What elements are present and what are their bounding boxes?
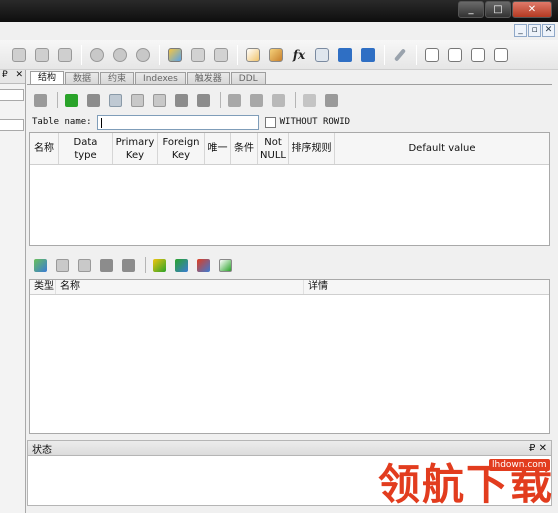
status-close-icon[interactable]: ✕ xyxy=(539,443,547,454)
constraints-toolbar xyxy=(31,255,238,275)
toolbar-separator xyxy=(237,44,238,65)
layout-grid-icon[interactable] xyxy=(421,44,443,66)
layout-rows-icon[interactable] xyxy=(467,44,489,66)
column-header-unique[interactable]: 唯一 xyxy=(205,133,231,164)
toolbar-separator xyxy=(145,257,146,273)
copy-icon[interactable] xyxy=(300,91,318,109)
wrench-icon[interactable] xyxy=(389,44,411,66)
column-header-datatype[interactable]: Data type xyxy=(59,133,113,164)
status-panel-header: 状态 ₽ ✕ xyxy=(27,440,552,456)
constraint-up-icon[interactable] xyxy=(97,256,115,274)
move-up-icon[interactable] xyxy=(172,91,190,109)
add-unique-icon[interactable] xyxy=(194,256,212,274)
gear-b-icon[interactable] xyxy=(109,44,131,66)
rollback-icon[interactable] xyxy=(84,91,102,109)
primary-key-icon[interactable] xyxy=(225,91,243,109)
constraint-header-name[interactable]: 名称 xyxy=(56,280,304,294)
index-icon[interactable] xyxy=(334,44,356,66)
edit-sql-icon[interactable] xyxy=(242,44,264,66)
commit-check-icon[interactable] xyxy=(62,91,80,109)
editor-tabs: 结构 数据 约束 Indexes 触发器 DDL xyxy=(30,71,267,85)
toolbar-separator xyxy=(81,44,82,65)
add-pk-icon[interactable] xyxy=(31,256,49,274)
clear-link-icon[interactable] xyxy=(31,44,53,66)
column-header-name[interactable]: 名称 xyxy=(30,133,59,164)
table-edit-icon[interactable] xyxy=(187,44,209,66)
toolbar-separator xyxy=(57,92,58,108)
constraints-grid[interactable]: 类型 名称 详情 xyxy=(29,279,550,434)
query-icon[interactable] xyxy=(265,44,287,66)
tab-structure[interactable]: 结构 xyxy=(30,71,65,85)
constraint-header-details[interactable]: 详情 xyxy=(304,280,549,294)
toolbar-separator xyxy=(159,44,160,65)
mdi-bar: _ ▫ ✕ xyxy=(0,22,558,40)
without-rowid-label: WITHOUT ROWID xyxy=(279,117,351,127)
delete-column-icon[interactable] xyxy=(150,91,168,109)
edit-column-icon[interactable] xyxy=(128,91,146,109)
left-dock-panel: ₽ ✕ xyxy=(0,70,26,513)
text-caret xyxy=(100,117,102,128)
constraint-down-icon[interactable] xyxy=(119,256,137,274)
layout-float-icon[interactable] xyxy=(490,44,512,66)
structure-panel: Table name: WITHOUT ROWID 名称 Data type P… xyxy=(27,85,552,437)
title-bar: _ □ ✕ xyxy=(0,0,558,22)
table-new-icon[interactable] xyxy=(164,44,186,66)
checkbox-box[interactable] xyxy=(264,116,276,128)
edit-link-icon[interactable] xyxy=(8,44,30,66)
columns-toolbar xyxy=(31,90,344,110)
left-panel-field[interactable] xyxy=(0,89,24,101)
left-panel-close-icon[interactable]: ✕ xyxy=(15,70,23,83)
columns-grid[interactable]: 名称 Data type Primary Key Foreign Key 唯一 … xyxy=(29,132,550,246)
mdi-close-button[interactable]: ✕ xyxy=(542,24,555,37)
column-header-check[interactable]: 条件 xyxy=(231,133,258,164)
table-delete-icon[interactable] xyxy=(210,44,232,66)
column-header-default[interactable]: Default value xyxy=(335,133,549,164)
refresh-icon[interactable] xyxy=(31,91,49,109)
columns-grid-header: 名称 Data type Primary Key Foreign Key 唯一 … xyxy=(30,133,549,165)
status-restore-icon[interactable]: ₽ xyxy=(529,443,535,454)
constraint-header-type[interactable]: 类型 xyxy=(30,280,56,294)
constraints-grid-header: 类型 名称 详情 xyxy=(30,280,549,295)
unique-icon[interactable] xyxy=(269,91,287,109)
gear-a-icon[interactable] xyxy=(86,44,108,66)
main-toolbar: fx xyxy=(0,40,558,70)
left-panel-field[interactable] xyxy=(0,119,24,131)
mdi-restore-button[interactable]: ▫ xyxy=(528,24,541,37)
window-close-button[interactable]: ✕ xyxy=(512,1,552,18)
edit-constraint-icon[interactable] xyxy=(53,256,71,274)
add-column-icon[interactable] xyxy=(106,91,124,109)
watermark-url: lhdown.com xyxy=(489,459,550,471)
status-panel-title: 状态 xyxy=(32,444,52,456)
app-window: _ □ ✕ _ ▫ ✕ fx ₽ ✕ 结构 数据 约束 Indexes 触发器 … xyxy=(0,0,558,513)
toolbar-separator xyxy=(384,44,385,65)
table-name-label: Table name: xyxy=(32,117,92,127)
without-rowid-checkbox[interactable]: WITHOUT ROWID xyxy=(264,116,351,128)
gear-c-icon[interactable] xyxy=(132,44,154,66)
move-down-icon[interactable] xyxy=(194,91,212,109)
add-fk-icon[interactable] xyxy=(172,256,190,274)
function-icon[interactable]: fx xyxy=(288,44,310,66)
toolbar-separator xyxy=(295,92,296,108)
table-name-row: Table name: WITHOUT ROWID xyxy=(32,114,350,130)
column-header-primary-key[interactable]: Primary Key xyxy=(113,133,158,164)
window-maximize-button[interactable]: □ xyxy=(485,1,511,18)
view-icon[interactable] xyxy=(311,44,333,66)
add-check-icon[interactable] xyxy=(216,256,234,274)
trigger-icon[interactable] xyxy=(357,44,379,66)
left-panel-pin-icon[interactable]: ₽ xyxy=(2,70,8,83)
window-minimize-button[interactable]: _ xyxy=(458,1,484,18)
mdi-minimize-button[interactable]: _ xyxy=(514,24,527,37)
toolbar-separator xyxy=(416,44,417,65)
add-key-icon[interactable] xyxy=(150,256,168,274)
toolbar-separator xyxy=(220,92,221,108)
undo-icon[interactable] xyxy=(322,91,340,109)
layout-cols-icon[interactable] xyxy=(444,44,466,66)
table-name-input[interactable] xyxy=(96,114,259,130)
delete-constraint-icon[interactable] xyxy=(75,256,93,274)
unlink-icon[interactable] xyxy=(54,44,76,66)
foreign-key-icon[interactable] xyxy=(247,91,265,109)
column-header-collation[interactable]: 排序规则 xyxy=(289,133,335,164)
column-header-not-null[interactable]: Not NULL xyxy=(258,133,289,164)
column-header-foreign-key[interactable]: Foreign Key xyxy=(158,133,205,164)
